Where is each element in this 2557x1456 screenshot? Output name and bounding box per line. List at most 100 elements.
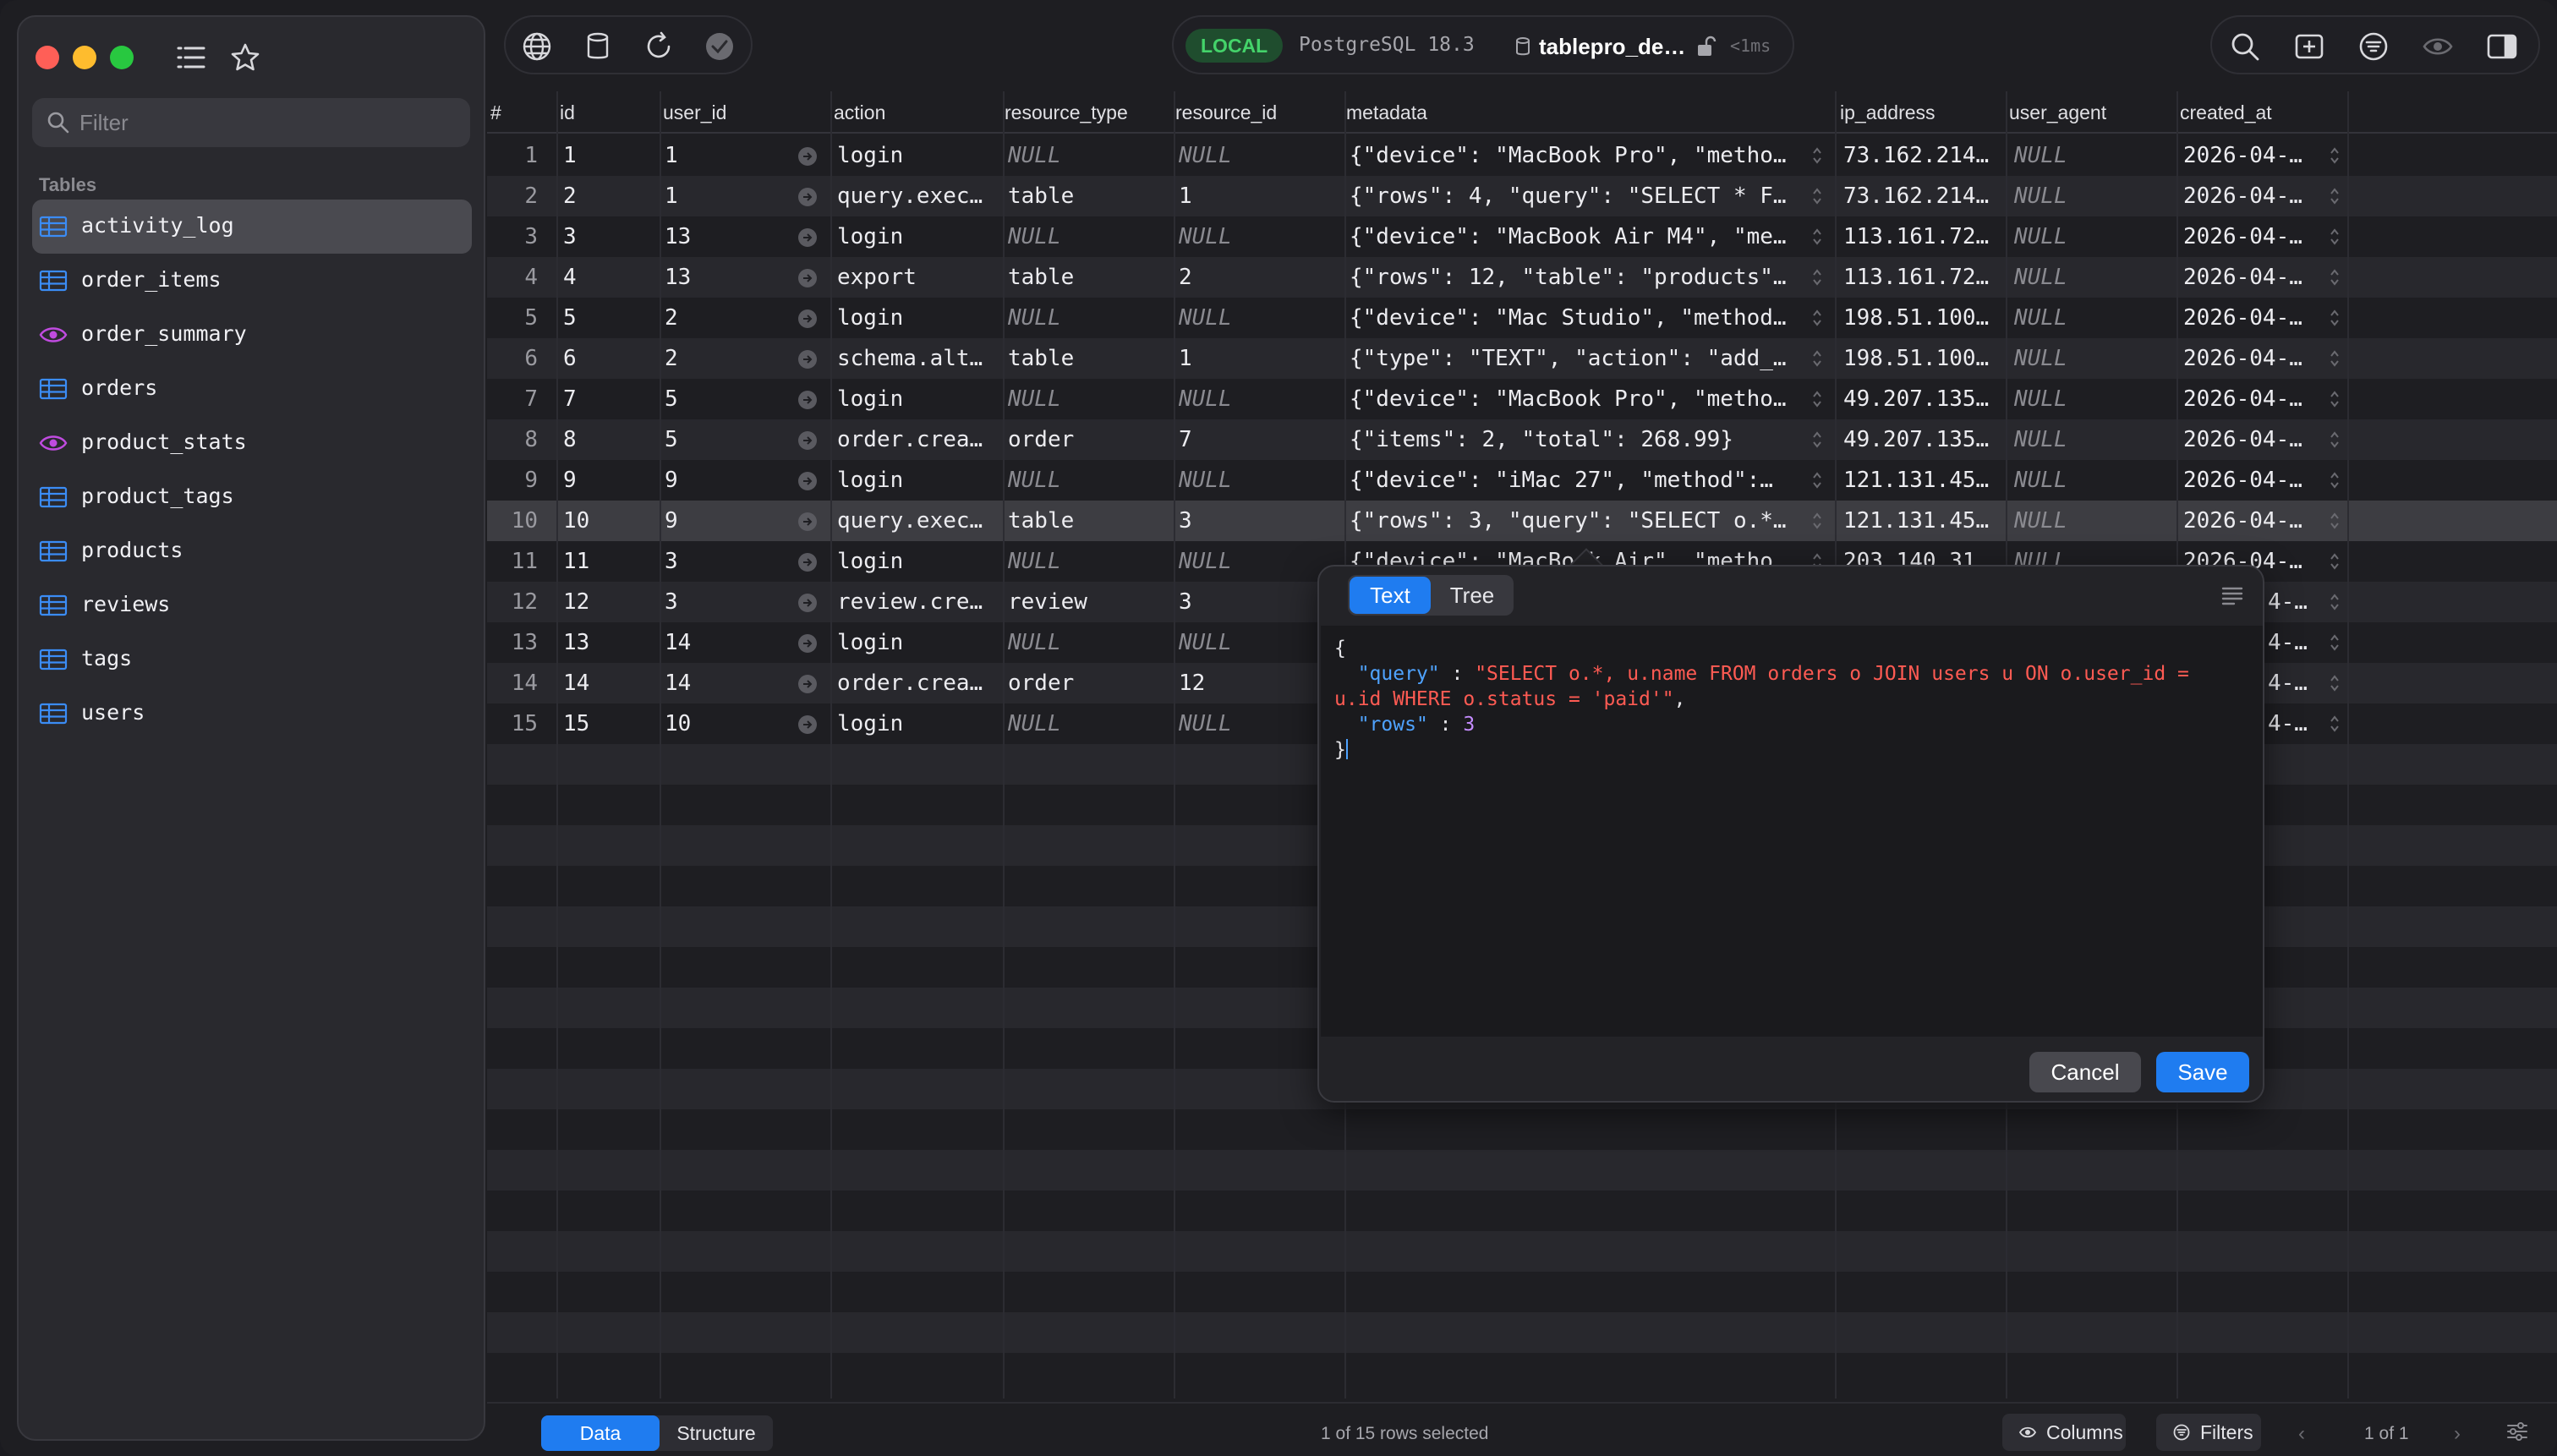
foreign-key-arrow-icon[interactable] [798, 512, 817, 531]
cell-resource-id[interactable]: NULL [1179, 468, 1339, 493]
cell-resource-type[interactable]: order [1008, 671, 1169, 696]
tab-structure[interactable]: Structure [660, 1415, 773, 1451]
cell-created-at[interactable]: 2026-04-… [2183, 386, 2310, 412]
column-header-resource-type[interactable]: resource_type [1005, 101, 1128, 124]
table-row[interactable]: 7 7 5 login NULL NULL {"device": "MacBook Pro"… [487, 379, 2557, 419]
cell-action[interactable]: login [837, 468, 993, 493]
foreign-key-arrow-icon[interactable] [798, 675, 817, 693]
cell-metadata[interactable]: {"device": "MacBook Pro", "metho… [1350, 386, 1806, 412]
expand-stepper-icon[interactable] [2329, 632, 2341, 653]
cell-action[interactable]: order.crea… [837, 427, 993, 452]
foreign-key-arrow-icon[interactable] [798, 594, 817, 612]
columns-button[interactable]: Columns [2002, 1414, 2126, 1451]
cell-resource-type[interactable]: NULL [1008, 549, 1169, 574]
cell-id[interactable]: 3 [563, 224, 656, 249]
json-code[interactable]: { "query" : "SELECT o.*, u.name FROM ord… [1334, 636, 2189, 763]
expand-stepper-icon[interactable] [2329, 430, 2341, 450]
expand-stepper-icon[interactable] [1811, 227, 1823, 247]
foreign-key-arrow-icon[interactable] [798, 715, 817, 734]
tab-text[interactable]: Text [1350, 577, 1431, 614]
cell-action[interactable]: login [837, 224, 993, 249]
cell-user-agent[interactable]: NULL [2014, 386, 2175, 412]
cell-user-agent[interactable]: NULL [2014, 468, 2175, 493]
expand-stepper-icon[interactable] [1811, 511, 1823, 531]
expand-stepper-icon[interactable] [1811, 348, 1823, 369]
cell-user-agent[interactable]: NULL [2014, 427, 2175, 452]
refresh-icon[interactable] [643, 30, 675, 63]
unlock-icon[interactable] [1696, 36, 1717, 57]
expand-stepper-icon[interactable] [1811, 145, 1823, 166]
foreign-key-arrow-icon[interactable] [798, 634, 817, 653]
connection-info[interactable]: LOCAL PostgreSQL 18.3 tablepro_de… <1ms [1172, 15, 1794, 74]
cell-created-at[interactable]: 2026-04-… [2183, 508, 2310, 534]
sidebar-item-tags[interactable]: tags [32, 632, 472, 687]
cell-resource-type[interactable]: table [1008, 346, 1169, 371]
cell-created-at[interactable]: 4-… [2268, 589, 2319, 615]
cell-metadata[interactable]: {"device": "MacBook Pro", "metho… [1350, 143, 1806, 168]
sidebar-item-orders[interactable]: orders [32, 362, 472, 416]
cell-id[interactable]: 11 [563, 549, 656, 574]
expand-stepper-icon[interactable] [1811, 186, 1823, 206]
cell-resource-type[interactable]: NULL [1008, 711, 1169, 736]
cell-id[interactable]: 1 [563, 143, 656, 168]
cell-created-at[interactable]: 4-… [2268, 671, 2319, 696]
cell-resource-type[interactable]: table [1008, 265, 1169, 290]
sidebar-item-order-summary[interactable]: order_summary [32, 308, 472, 362]
minimize-window-button[interactable] [73, 46, 96, 69]
cell-action[interactable]: login [837, 711, 993, 736]
cell-metadata[interactable]: {"type": "TEXT", "action": "add_… [1350, 346, 1806, 371]
cell-user-agent[interactable]: NULL [2014, 346, 2175, 371]
cell-resource-id[interactable]: NULL [1179, 386, 1339, 412]
cell-id[interactable]: 12 [563, 589, 656, 615]
cell-ip-address[interactable]: 49.207.135… [1843, 386, 2004, 412]
cell-ip-address[interactable]: 73.162.214… [1843, 183, 2004, 209]
cell-resource-id[interactable]: 2 [1179, 265, 1339, 290]
cell-id[interactable]: 15 [563, 711, 656, 736]
format-icon[interactable] [2220, 585, 2244, 605]
cell-action[interactable]: schema.alt… [837, 346, 993, 371]
cell-resource-type[interactable]: NULL [1008, 468, 1169, 493]
foreign-key-arrow-icon[interactable] [798, 309, 817, 328]
expand-stepper-icon[interactable] [1811, 267, 1823, 287]
cell-created-at[interactable]: 4-… [2268, 711, 2319, 736]
foreign-key-arrow-icon[interactable] [798, 391, 817, 409]
cell-user-id[interactable]: 2 [665, 346, 766, 371]
expand-stepper-icon[interactable] [2329, 227, 2341, 247]
foreign-key-arrow-icon[interactable] [798, 350, 817, 369]
save-button[interactable]: Save [2156, 1052, 2249, 1092]
tab-data[interactable]: Data [541, 1415, 660, 1451]
cell-user-agent[interactable]: NULL [2014, 183, 2175, 209]
cell-metadata[interactable]: {"rows": 4, "query": "SELECT * F… [1350, 183, 1806, 209]
cell-user-id[interactable]: 14 [665, 630, 766, 655]
column-header-rownum[interactable]: # [490, 101, 501, 124]
new-tab-icon[interactable] [2293, 30, 2325, 63]
expand-stepper-icon[interactable] [1811, 470, 1823, 490]
star-icon[interactable] [230, 42, 260, 78]
cell-resource-type[interactable]: NULL [1008, 386, 1169, 412]
filter-input[interactable] [79, 105, 452, 140]
cell-ip-address[interactable]: 113.161.72… [1843, 265, 2004, 290]
cell-metadata[interactable]: {"rows": 12, "table": "products"… [1350, 265, 1806, 290]
cell-user-id[interactable]: 9 [665, 508, 766, 534]
cell-action[interactable]: login [837, 143, 993, 168]
cell-resource-type[interactable]: table [1008, 508, 1169, 534]
cell-resource-id[interactable]: NULL [1179, 630, 1339, 655]
sidebar-item-activity-log[interactable]: activity_log [32, 200, 472, 254]
expand-stepper-icon[interactable] [2329, 470, 2341, 490]
close-window-button[interactable] [36, 46, 59, 69]
database-icon[interactable] [582, 30, 614, 63]
cell-ip-address[interactable]: 113.161.72… [1843, 224, 2004, 249]
cell-resource-id[interactable]: 1 [1179, 183, 1339, 209]
cell-user-id[interactable]: 13 [665, 265, 766, 290]
foreign-key-arrow-icon[interactable] [798, 431, 817, 450]
column-header-metadata[interactable]: metadata [1346, 101, 1427, 124]
cell-ip-address[interactable]: 73.162.214… [1843, 143, 2004, 168]
filter-field[interactable] [32, 98, 470, 147]
cell-user-id[interactable]: 3 [665, 589, 766, 615]
foreign-key-arrow-icon[interactable] [798, 188, 817, 206]
list-icon[interactable] [176, 42, 206, 78]
table-row[interactable]: 4 4 13 export table 2 {"rows": 12, "table": "p… [487, 257, 2557, 298]
cell-created-at[interactable]: 2026-04-… [2183, 427, 2310, 452]
cell-user-id[interactable]: 1 [665, 143, 766, 168]
cell-user-agent[interactable]: NULL [2014, 224, 2175, 249]
